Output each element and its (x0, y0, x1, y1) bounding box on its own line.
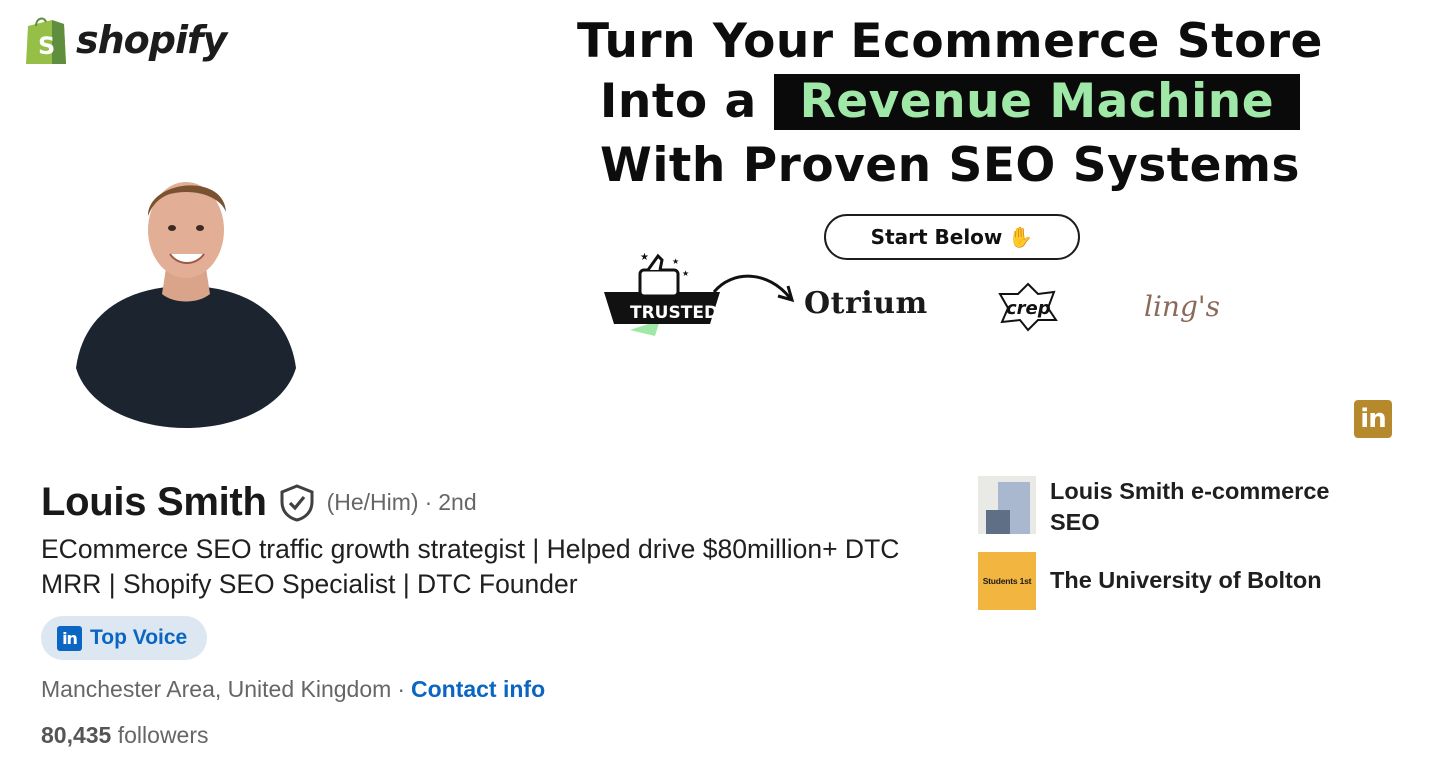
banner-headline-prefix: Into a (599, 74, 774, 129)
school-name: The University of Bolton (1050, 567, 1322, 593)
location-row: Manchester Area, United Kingdom · Contac… (41, 676, 545, 703)
svg-text:★: ★ (672, 257, 679, 266)
start-below-label: Start Below (870, 225, 1003, 249)
brand-lings-text: ling's (1144, 290, 1220, 323)
trusted-badge: ★ ★ ★ TRUSTED (604, 252, 720, 336)
shopify-bag-icon: S (26, 17, 66, 64)
followers-count: 80,435 followers (41, 722, 209, 749)
svg-text:★: ★ (640, 252, 649, 263)
svg-text:S: S (38, 32, 55, 60)
brand-otrium-logo: Otrium (804, 286, 928, 321)
connection-degree: 2nd (438, 489, 477, 515)
curved-arrow-icon (712, 274, 795, 303)
education-school[interactable]: Students 1st The University of Bolton (978, 552, 1380, 610)
followers-label: followers (117, 722, 209, 748)
brand-lings-logo: ling's (1144, 290, 1220, 323)
brand-crep-logo: crep (998, 282, 1058, 332)
profile-name: Louis Smith (41, 480, 267, 524)
linkedin-premium-icon: in (1354, 400, 1392, 438)
shopify-logo: S shopify (22, 14, 227, 66)
shopify-wordmark: shopify (76, 18, 227, 62)
trusted-label: TRUSTED (630, 303, 718, 323)
location: Manchester Area, United Kingdom (41, 676, 392, 702)
separator-dot: · (424, 489, 433, 515)
profile-headline: ECommerce SEO traffic growth strategist … (41, 534, 900, 599)
separator-dot: · (397, 676, 405, 702)
company-name: Louis Smith e-commerce SEO (1050, 478, 1330, 535)
top-voice-label: Top Voice (90, 626, 188, 649)
brand-crep-text: crep (1006, 298, 1051, 319)
followers-number: 80,435 (41, 722, 112, 748)
contact-info-link[interactable]: Contact info (411, 676, 545, 703)
pronouns: (He/Him) (326, 489, 419, 515)
company-logo (978, 476, 1036, 534)
banner-headline-highlight: Revenue Machine (773, 74, 1301, 130)
profile-avatar[interactable] (74, 158, 298, 428)
waving-hand-icon: ✋ (1008, 225, 1034, 249)
svg-text:★: ★ (682, 269, 689, 278)
name-row: Louis Smith (He/Him) · 2nd (41, 480, 477, 525)
school-logo: Students 1st (978, 552, 1036, 610)
top-voice-badge[interactable]: in Top Voice (41, 616, 207, 660)
banner-headline-line1: Turn Your Ecommerce Store (577, 14, 1323, 69)
banner-headline: Turn Your Ecommerce Store Into a Revenue… (520, 12, 1380, 196)
banner-headline-line2: Into a Revenue Machine (520, 72, 1380, 132)
profile-top-card: S shopify Turn Your Ecommerce Store Into… (0, 0, 1432, 775)
linkedin-icon: in (57, 625, 82, 651)
banner-headline-line3: With Proven SEO Systems (599, 138, 1301, 193)
current-company[interactable]: Louis Smith e-commerce SEO (978, 476, 1380, 538)
school-logo-text: Students 1st (982, 576, 1032, 586)
verified-shield-icon[interactable] (279, 483, 315, 522)
start-below-button[interactable]: Start Below ✋ (824, 214, 1080, 260)
